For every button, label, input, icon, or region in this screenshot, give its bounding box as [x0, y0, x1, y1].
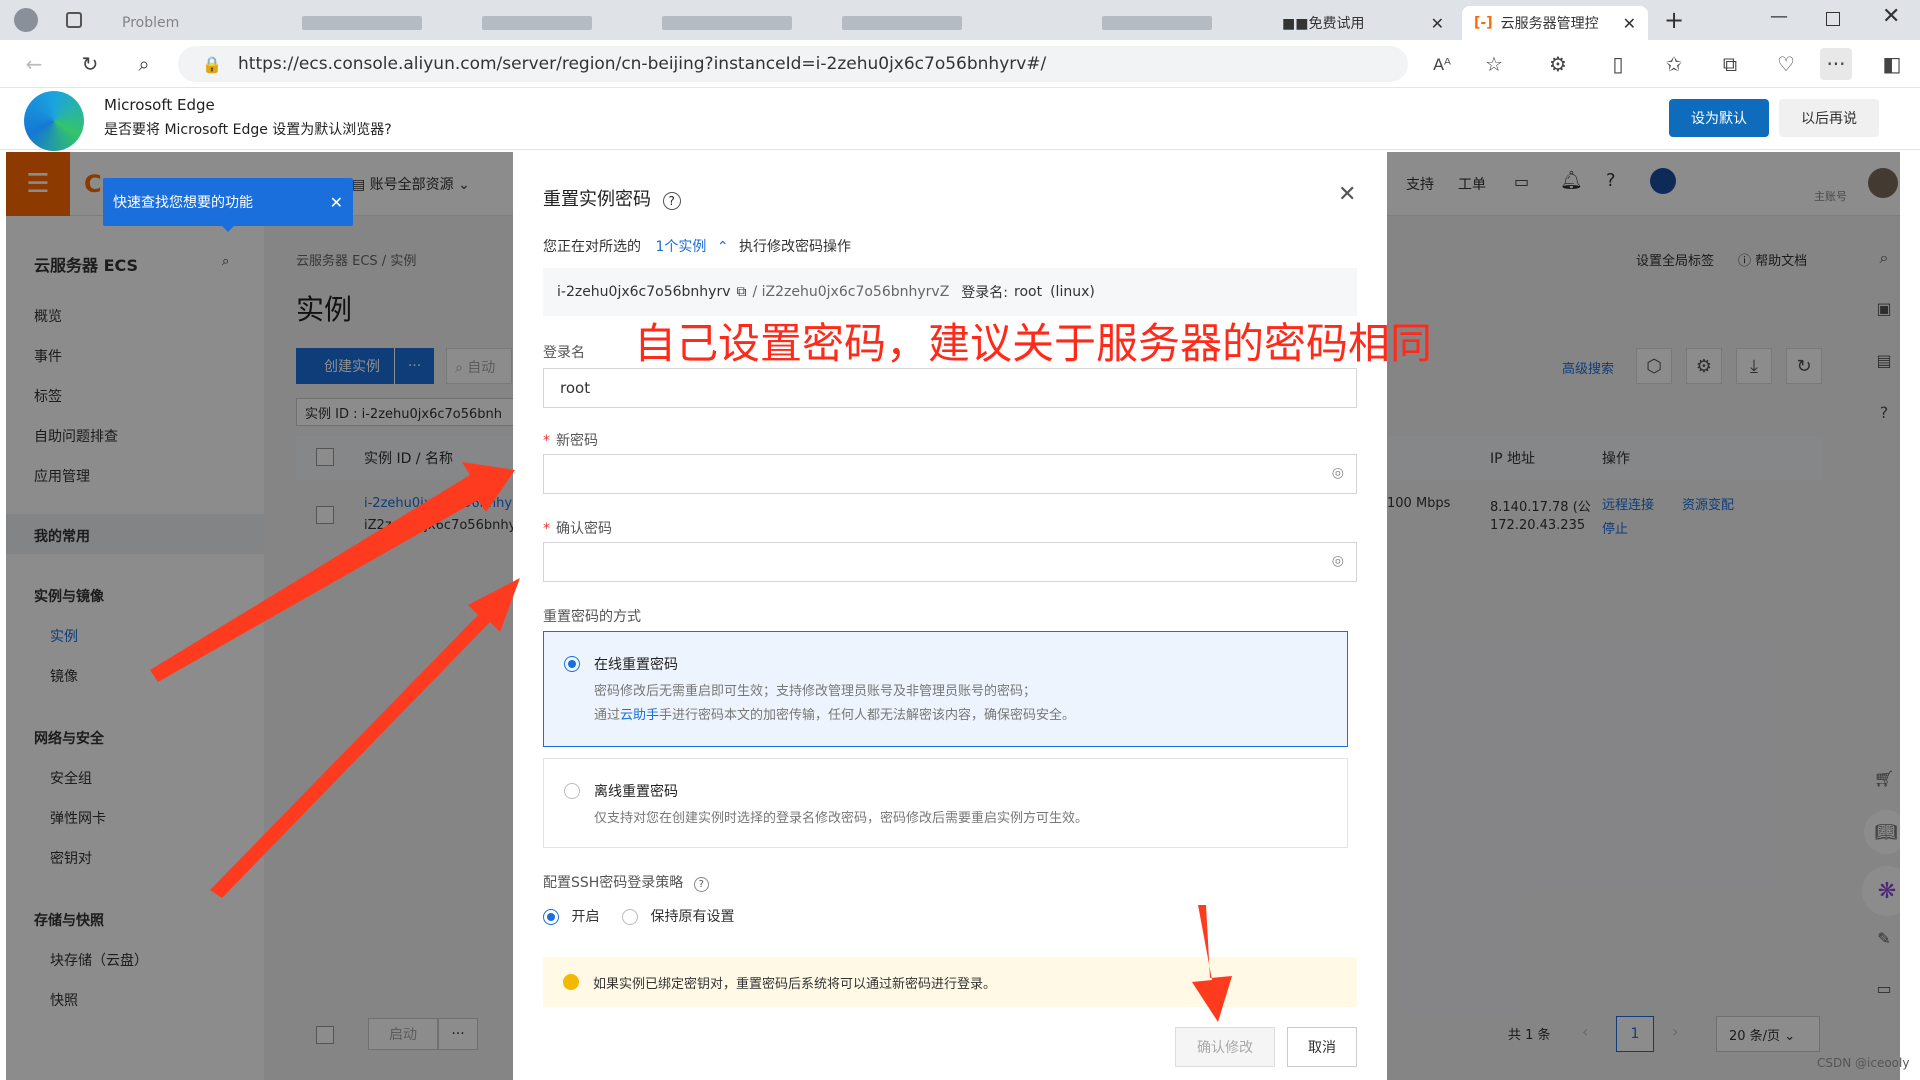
extensions-icon[interactable]: ⚙	[1542, 48, 1574, 80]
edge-bar-message: 是否要将 Microsoft Edge 设置为默认浏览器?	[104, 122, 392, 138]
tab-blurred-5[interactable]	[1090, 6, 1260, 40]
browser-tab-bar: Problem ■■免费试用 ✕ [-] 云服务器管理控 ✕ + — ✕	[0, 0, 1920, 40]
sidebar-toggle-icon[interactable]: ◧	[1876, 48, 1908, 80]
offline-reset-option[interactable]: 离线重置密码 仅支持对您在创建实例时选择的登录名修改密码，密码修改后需要重启实例…	[543, 758, 1348, 848]
ssh-enable-radio[interactable]	[543, 909, 559, 925]
minimize-icon[interactable]: —	[1770, 6, 1788, 27]
question-icon[interactable]: ?	[662, 192, 681, 210]
tooltip-close-icon[interactable]: ✕	[330, 193, 343, 212]
aliyun-favicon-icon: [-]	[1474, 15, 1493, 31]
new-tab-icon[interactable]: +	[1664, 6, 1684, 34]
online-reset-option[interactable]: 在线重置密码 密码修改后无需重启即可生效；支持修改管理员账号及非管理员账号的密码…	[543, 631, 1348, 747]
window-close-icon[interactable]: ✕	[1882, 4, 1900, 29]
close-icon[interactable]: ✕	[1431, 14, 1444, 33]
confirm-change-button[interactable]: 确认修改	[1175, 1027, 1275, 1067]
profile-icon[interactable]	[14, 8, 38, 32]
split-screen-icon[interactable]: ▯	[1602, 48, 1634, 80]
edge-bar-title: Microsoft Edge	[104, 96, 215, 114]
login-name-field[interactable]: root	[543, 368, 1357, 408]
cancel-button[interactable]: 取消	[1287, 1027, 1357, 1067]
copy-icon[interactable]: ⧉	[737, 284, 747, 300]
cloud-assistant-link[interactable]: 云助手	[620, 708, 659, 723]
lock-icon: 🔒	[202, 54, 222, 74]
set-default-button[interactable]: 设为默认	[1669, 99, 1769, 137]
selected-count-link[interactable]: 1个实例	[655, 239, 706, 255]
tab-problem[interactable]: Problem	[110, 6, 280, 40]
tab-blurred-3[interactable]	[650, 6, 820, 40]
tab-blurred-4[interactable]	[830, 6, 1000, 40]
online-reset-desc2: 通过云助手手进行密码本文的加密传输，任何人都无法解密该内容，确保密码安全。	[594, 708, 1076, 723]
confirm-password-field[interactable]: ◎	[543, 542, 1357, 582]
read-aloud-icon[interactable]: Aᴬ	[1426, 48, 1458, 80]
collections-icon[interactable]: ⧉	[1714, 48, 1746, 80]
modal-close-icon[interactable]: ✕	[1338, 182, 1356, 207]
tab-free-trial[interactable]: ■■免费试用 ✕	[1270, 6, 1456, 40]
default-browser-bar: Microsoft Edge 是否要将 Microsoft Edge 设置为默认…	[0, 88, 1920, 151]
modal-title: 重置实例密码 ?	[543, 185, 681, 211]
favorites-icon[interactable]: ✩	[1658, 48, 1690, 80]
tab-blurred-1[interactable]	[290, 6, 460, 40]
later-button[interactable]: 以后再说	[1779, 99, 1879, 137]
warning-icon	[563, 974, 579, 990]
selected-instances-line: 您正在对所选的 1个实例 ⌃ 执行修改密码操作	[543, 239, 852, 255]
edge-logo-icon	[24, 91, 84, 151]
online-reset-title: 在线重置密码	[594, 657, 678, 673]
back-icon[interactable]: ←	[18, 48, 50, 80]
eye-hidden-icon[interactable]: ◎	[1332, 465, 1344, 481]
tab-actions-icon[interactable]	[66, 12, 82, 28]
online-reset-radio[interactable]	[564, 656, 580, 672]
tab-ecs-console[interactable]: [-] 云服务器管理控 ✕	[1462, 6, 1648, 40]
quick-find-tooltip: 快速查找您想要的功能 ✕	[103, 178, 353, 226]
offline-reset-title: 离线重置密码	[594, 784, 678, 800]
close-icon[interactable]: ✕	[1623, 14, 1636, 33]
url-field[interactable]: 🔒 https://ecs.console.aliyun.com/server/…	[178, 46, 1408, 82]
chevron-up-icon[interactable]: ⌃	[717, 239, 729, 255]
ssh-enable-option[interactable]: 开启	[543, 906, 599, 926]
eye-hidden-icon[interactable]: ◎	[1332, 553, 1344, 569]
more-icon[interactable]: ···	[1820, 48, 1852, 80]
restore-icon[interactable]	[1826, 12, 1840, 26]
offline-reset-desc: 仅支持对您在创建实例时选择的登录名修改密码，密码修改后需要重启实例方可生效。	[594, 811, 1089, 826]
annotation-text: 自己设置密码，建议关于服务器的密码相同	[634, 319, 1433, 368]
tab-blurred-2[interactable]	[470, 6, 640, 40]
ssh-policy-label: 配置SSH密码登录策略 ?	[543, 872, 709, 892]
ssh-keep-radio[interactable]	[622, 909, 638, 925]
online-reset-desc1: 密码修改后无需重启即可生效；支持修改管理员账号及非管理员账号的密码；	[594, 684, 1037, 699]
search-icon[interactable]: ⌕	[128, 48, 160, 80]
question-icon[interactable]: ?	[693, 877, 709, 892]
confirm-password-label: * 确认密码	[543, 521, 612, 537]
new-password-field[interactable]: ◎	[543, 454, 1357, 494]
instance-info-box: i-2zehu0jx6c7o56bnhyrv ⧉ / iZ2zehu0jx6c7…	[543, 268, 1357, 316]
notice-box: 如果实例已绑定密钥对，重置密码后系统将可以通过新密码进行登录。	[543, 957, 1357, 1007]
favorite-star-icon[interactable]: ☆	[1478, 48, 1510, 80]
login-name-label: 登录名	[543, 345, 585, 361]
refresh-icon[interactable]: ↻	[74, 48, 106, 80]
ssh-keep-option[interactable]: 保持原有设置	[622, 906, 734, 926]
new-password-label: * 新密码	[543, 433, 598, 449]
browser-essentials-icon[interactable]: ♡	[1770, 48, 1802, 80]
tooltip-arrow	[220, 224, 236, 232]
watermark: CSDN @iceooly	[1817, 1056, 1910, 1070]
reset-method-label: 重置密码的方式	[543, 609, 641, 625]
offline-reset-radio[interactable]	[564, 783, 580, 799]
